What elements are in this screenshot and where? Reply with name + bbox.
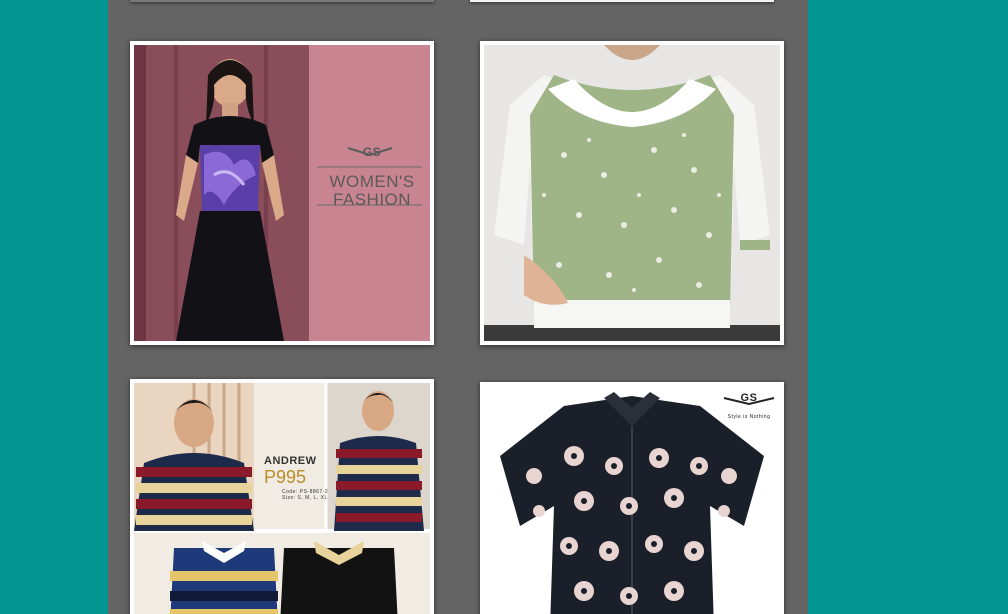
product-card-womens-fashion[interactable]: GS WOMEN'S FASHION <box>130 41 434 345</box>
product-image[interactable]: ANDREW P995 Code: PS-8867-2 Size: S, M, … <box>134 383 430 614</box>
brand-tagline: Style is Nothing <box>727 414 771 420</box>
product-model: P995 <box>264 467 307 487</box>
brand-logo: GS <box>362 145 382 159</box>
product-card-green-floral-top[interactable] <box>480 41 784 345</box>
page: GS WOMEN'S FASHION ANDREW P995 Code: PS-… <box>0 0 1008 614</box>
product-name: ANDREW <box>264 455 317 467</box>
previous-card-edge <box>470 0 774 2</box>
product-image[interactable]: GS Style is Nothing <box>484 386 780 614</box>
brand-logo: GS <box>740 392 758 404</box>
product-card-andrew-polo[interactable]: ANDREW P995 Code: PS-8867-2 Size: S, M, … <box>130 379 434 614</box>
floral-shirt-photo <box>484 386 780 614</box>
womens-fashion-title: WOMEN'S FASHION <box>316 173 428 209</box>
green-top-photo <box>484 45 780 341</box>
product-image[interactable]: GS WOMEN'S FASHION <box>134 45 430 341</box>
previous-card-edge <box>130 0 434 2</box>
product-card-floral-shirt[interactable]: GS Style is Nothing <box>480 382 784 614</box>
product-image[interactable] <box>484 45 780 341</box>
title-line: WOMEN'S <box>329 172 415 191</box>
title-line: FASHION <box>332 190 412 209</box>
gallery-panel: GS WOMEN'S FASHION ANDREW P995 Code: PS-… <box>108 0 808 614</box>
product-details: Code: PS-8867-2 Size: S, M, L, XL <box>282 489 328 501</box>
product-sizes: Size: S, M, L, XL <box>282 495 328 501</box>
